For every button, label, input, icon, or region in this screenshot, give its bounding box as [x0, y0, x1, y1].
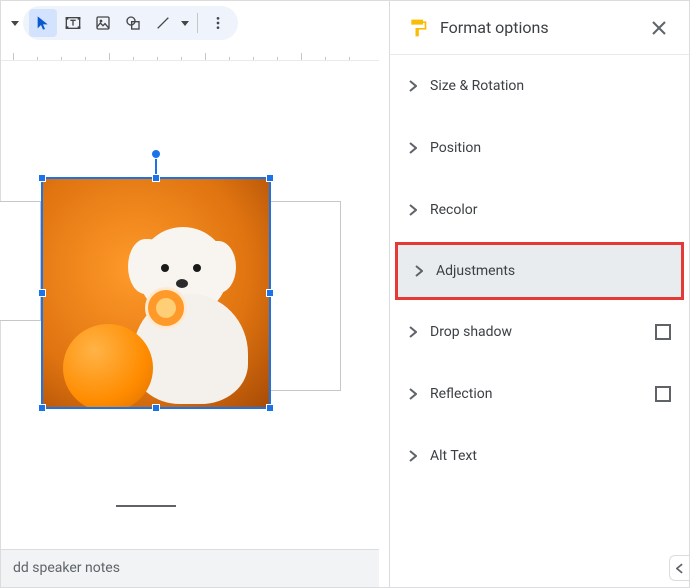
resize-handle-br[interactable]: [266, 404, 274, 412]
section-position[interactable]: Position: [390, 117, 689, 179]
more-vert-icon: [210, 15, 226, 31]
format-paint-icon: [408, 18, 428, 38]
chevron-right-icon: [409, 80, 417, 92]
section-label: Position: [426, 140, 671, 156]
resize-handle-mr[interactable]: [266, 289, 274, 297]
cursor-icon: [35, 15, 51, 31]
line-icon: [155, 15, 171, 31]
textbox-icon: [65, 15, 81, 31]
resize-handle-bm[interactable]: [152, 404, 160, 412]
chevron-right-icon: [409, 450, 417, 462]
section-size-rotation[interactable]: Size & Rotation: [390, 55, 689, 117]
caret-down-icon: [11, 21, 19, 26]
toolbar-group: [23, 6, 238, 40]
panel-header: Format options: [390, 1, 689, 55]
toolbar-leading-dropdown[interactable]: [9, 9, 21, 37]
section-label: Reflection: [426, 386, 655, 402]
show-side-panel-tab[interactable]: [669, 555, 689, 581]
speaker-notes[interactable]: dd speaker notes: [1, 549, 379, 587]
drop-shadow-checkbox[interactable]: [655, 324, 671, 340]
section-adjustments[interactable]: Adjustments: [396, 243, 683, 299]
more-tools[interactable]: [204, 9, 232, 37]
chevron-right-icon: [409, 142, 417, 154]
chevron-right-icon: [409, 204, 417, 216]
speaker-notes-placeholder: dd speaker notes: [13, 560, 120, 576]
caret-down-icon: [181, 21, 189, 26]
select-tool[interactable]: [29, 9, 57, 37]
resize-handle-ml[interactable]: [38, 289, 46, 297]
text-placeholder[interactable]: [0, 201, 41, 321]
selected-image[interactable]: [41, 177, 271, 409]
section-alt-text[interactable]: Alt Text: [390, 425, 689, 487]
rotation-handle-line: [155, 157, 157, 175]
shape-icon: [125, 15, 141, 31]
section-reflection[interactable]: Reflection: [390, 363, 689, 425]
close-panel-button[interactable]: [647, 16, 671, 40]
close-icon: [652, 21, 666, 35]
textbox-tool[interactable]: [59, 9, 87, 37]
line-tool[interactable]: [149, 9, 177, 37]
shape-tool[interactable]: [119, 9, 147, 37]
horizontal-ruler[interactable]: [1, 45, 379, 61]
section-label: Size & Rotation: [426, 78, 671, 94]
rotation-handle[interactable]: [151, 149, 161, 159]
slide-canvas[interactable]: [1, 61, 379, 587]
image-content: [43, 179, 269, 407]
reflection-checkbox[interactable]: [655, 386, 671, 402]
resize-handle-tm[interactable]: [152, 174, 160, 182]
resize-handle-tl[interactable]: [38, 174, 46, 182]
section-label: Recolor: [426, 202, 671, 218]
resize-handle-tr[interactable]: [266, 174, 274, 182]
page-divider: [116, 505, 176, 507]
section-label: Alt Text: [426, 448, 671, 464]
chevron-right-icon: [409, 326, 417, 338]
line-tool-dropdown[interactable]: [179, 9, 191, 37]
section-recolor[interactable]: Recolor: [390, 179, 689, 241]
chevron-right-icon: [415, 265, 423, 277]
toolbar-divider: [197, 13, 198, 33]
chevron-left-icon: [676, 563, 683, 574]
chevron-right-icon: [409, 388, 417, 400]
image-icon: [95, 15, 111, 31]
panel-title: Format options: [440, 18, 647, 37]
section-label: Adjustments: [432, 263, 665, 279]
section-drop-shadow[interactable]: Drop shadow: [390, 301, 689, 363]
insert-image-tool[interactable]: [89, 9, 117, 37]
format-options-panel: Format options Size & Rotation Position …: [389, 1, 689, 587]
resize-handle-bl[interactable]: [38, 404, 46, 412]
section-label: Drop shadow: [426, 324, 655, 340]
